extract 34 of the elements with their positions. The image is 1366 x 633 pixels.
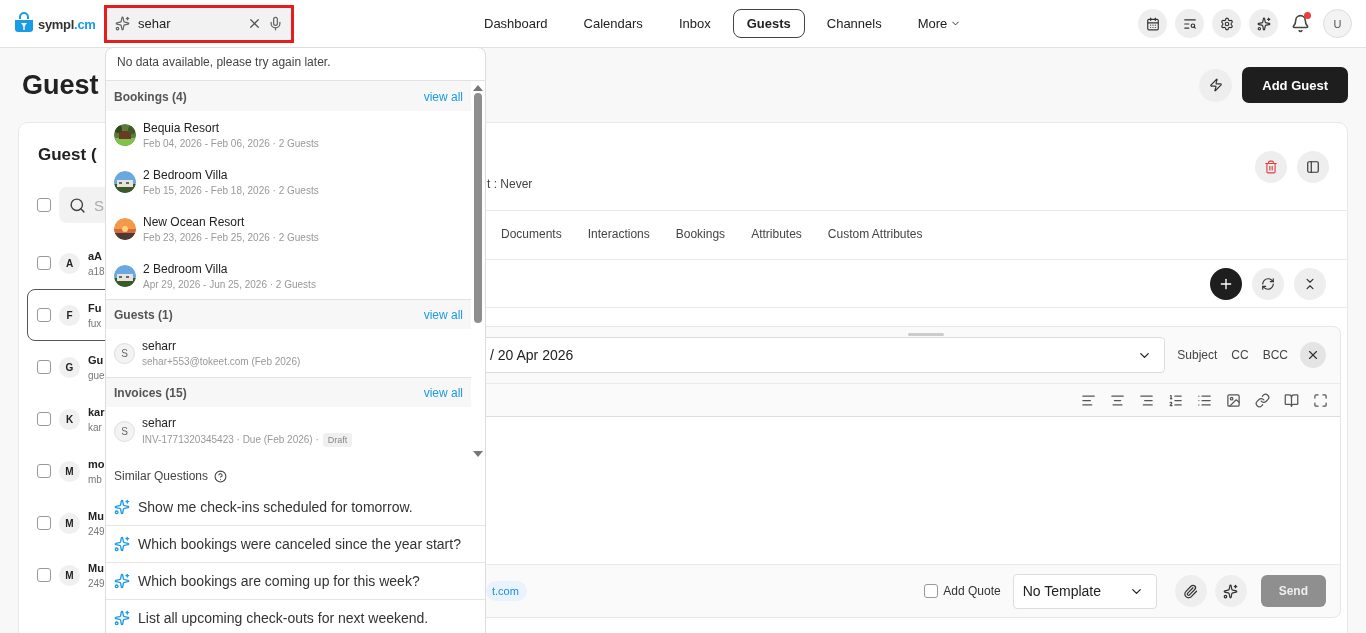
page-title: Guest: [22, 69, 99, 101]
initial-avatar: G: [59, 356, 80, 378]
guest-detail: kar: [88, 421, 103, 433]
logo-text: sympl.cm: [38, 15, 96, 33]
checkbox-label: Add Quote: [943, 584, 1001, 598]
guest-detail: gue: [88, 369, 105, 381]
initial-avatar: A: [59, 252, 80, 274]
initial-avatar: S: [114, 342, 135, 364]
guest-name: mo: [88, 457, 105, 470]
guest-name: Mu: [88, 509, 105, 522]
guest-detail: 249: [88, 525, 105, 537]
initial-avatar: M: [59, 460, 80, 482]
initial-avatar: F: [59, 304, 80, 326]
section-title: Invoices (15): [114, 385, 187, 400]
guest-detail: a18: [88, 265, 105, 277]
guest-name: Fu: [88, 301, 102, 314]
guest-detail: fux: [88, 317, 102, 329]
section-title: Bookings (4): [114, 89, 187, 104]
initial-avatar: K: [59, 408, 80, 430]
guest-name: aA: [88, 249, 104, 262]
guest-name: Mu: [88, 561, 105, 574]
section-title: Similar Questions: [114, 469, 209, 483]
status-message: No data available, please try again later.: [117, 55, 331, 69]
guest-detail: mb: [88, 473, 103, 485]
section-title: Guests (1): [114, 307, 173, 322]
meta-text: t : Never: [487, 176, 533, 191]
guest-name: kar: [88, 405, 105, 418]
initial-avatar: S: [114, 420, 135, 442]
initial-avatar: M: [59, 512, 80, 534]
status-badge: Draft: [322, 432, 353, 447]
panel-title: Guest (: [38, 145, 97, 164]
initial-avatar: M: [59, 564, 80, 586]
guest-detail: 249: [88, 577, 105, 589]
guest-name: Gu: [88, 353, 105, 366]
